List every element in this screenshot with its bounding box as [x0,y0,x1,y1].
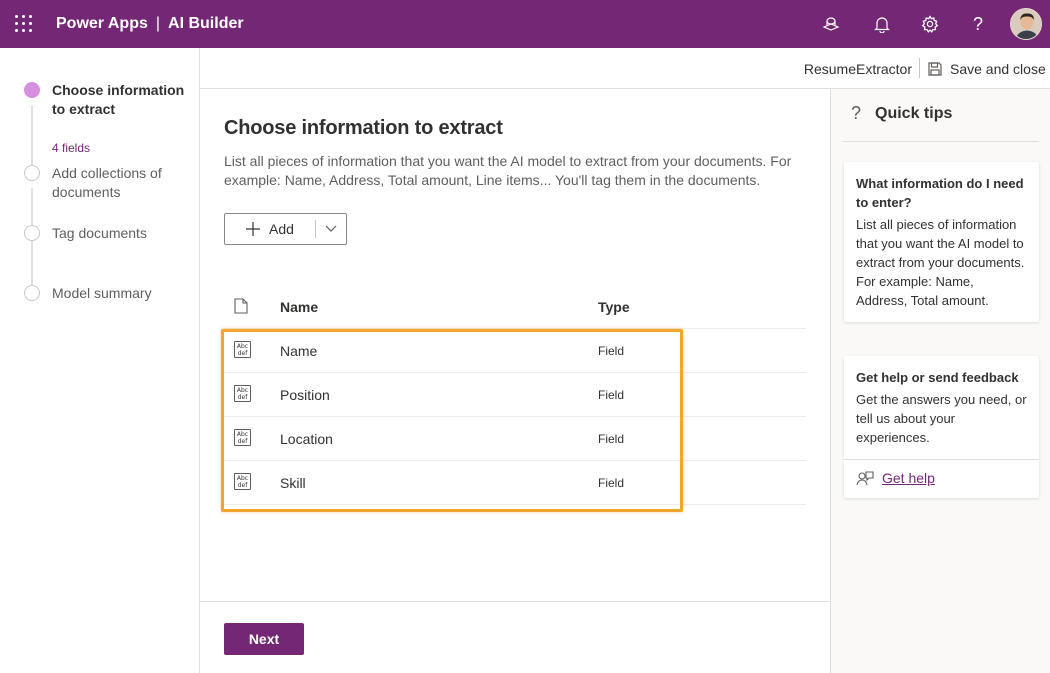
step-tag-documents[interactable]: Tag documents [52,224,187,243]
quick-tips-header: ? Quick tips [851,103,952,124]
page-description: List all pieces of information that you … [224,153,792,188]
app-title: Power Apps | AI Builder [56,0,244,48]
field-type: Field [598,476,625,490]
table-row[interactable]: Abc def Name Field [224,329,806,373]
table-row[interactable]: Abc def Position Field [224,373,806,417]
help-icon[interactable]: ? [966,12,990,36]
step-choose-information[interactable]: Choose information to extract [52,81,187,119]
field-type: Field [598,388,625,402]
save-and-close-label: Save and close [950,61,1046,77]
page-title: Choose information to extract [224,117,503,139]
tips-divider [843,141,1039,142]
step-dot [24,285,40,301]
document-icon [234,298,248,317]
model-name: ResumeExtractor [803,61,912,77]
step-add-collections[interactable]: Add collections of documents [52,164,187,202]
field-name: Position [280,387,330,403]
add-button[interactable]: Add [225,221,315,237]
tip-card-body: List all pieces of information that you … [856,217,1025,308]
help-card-body: Get the answers you need, or tell us abo… [856,392,1027,445]
step-dot [24,165,40,181]
field-type: Field [598,432,625,446]
add-dropdown-button[interactable] [316,214,346,244]
bell-icon[interactable] [870,12,894,36]
step-connector [31,188,33,226]
get-help-label: Get help [882,470,935,486]
table-row[interactable]: Abc def Location Field [224,417,806,461]
plus-icon [246,222,260,236]
app-name: Power Apps [56,15,148,32]
quick-tips-panel: ? Quick tips What information do I need … [830,89,1050,673]
tip-card: What information do I need to enter? Lis… [844,162,1039,322]
waffle-icon[interactable] [14,14,34,34]
fields-table: Name Type Abc def Name Field Abc def Posit… [224,285,806,505]
question-icon: ? [851,103,862,123]
field-name: Skill [280,475,306,491]
text-field-icon: Abc def [234,385,251,402]
gear-icon[interactable] [918,12,942,36]
step-field-count: 4 fields [52,141,91,155]
get-help-link[interactable]: Get help [856,470,1027,486]
field-name: Location [280,431,333,447]
help-card: Get help or send feedback Get the answer… [844,356,1039,498]
wizard-steps: Choose information to extract 4 fields A… [0,48,200,673]
field-name: Name [280,343,318,359]
footer: Next [200,601,830,673]
brand-separator: | [155,15,161,32]
table-header: Name Type [224,285,806,329]
next-button[interactable]: Next [224,623,304,655]
quick-tips-title: Quick tips [875,104,953,122]
step-dot [24,225,40,241]
add-label: Add [269,221,294,237]
chevron-down-icon [325,225,337,232]
section-name: AI Builder [168,15,244,32]
text-field-icon: Abc def [234,429,251,446]
text-field-icon: Abc def [234,341,251,358]
text-field-icon: Abc def [234,473,251,490]
field-type: Field [598,344,625,358]
feedback-icon [856,471,874,486]
step-model-summary[interactable]: Model summary [52,284,187,303]
help-card-title: Get help or send feedback [856,370,1019,385]
main-content: Choose information to extract List all p… [200,89,830,673]
help-card-divider [844,459,1039,460]
step-dot-active [24,82,40,98]
step-connector [31,106,33,166]
tip-card-title: What information do I need to enter? [856,176,1024,210]
environment-icon[interactable] [819,12,843,36]
save-icon [928,62,942,76]
column-header-type[interactable]: Type [598,299,630,315]
header-divider [919,58,920,78]
avatar[interactable] [1010,8,1042,40]
top-bar: Power Apps | AI Builder ? [0,0,1050,48]
step-connector [31,240,33,285]
table-row[interactable]: Abc def Skill Field [224,461,806,505]
column-header-name[interactable]: Name [280,299,318,315]
add-split-button: Add [224,213,347,245]
command-bar: ResumeExtractor Save and close [200,48,1050,89]
save-and-close-button[interactable]: Save and close [928,59,1046,79]
